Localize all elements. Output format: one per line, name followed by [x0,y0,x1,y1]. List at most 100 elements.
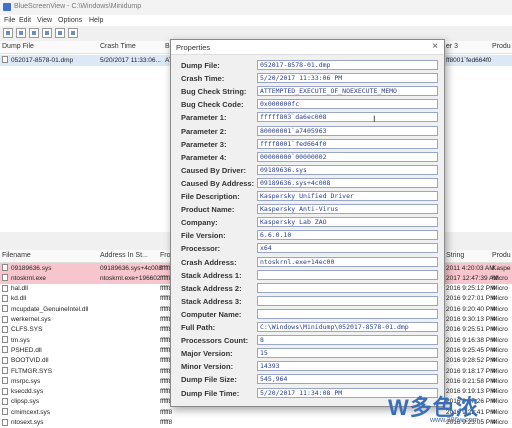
dialog-title: Properties [176,43,211,52]
file-version-cell: 2016 9:18:17 PM [446,367,496,375]
column-product[interactable]: Produ [492,41,511,53]
driver-file-icon [2,336,8,344]
product-cell: Micro [492,346,508,354]
options-toolbar-icon[interactable] [68,28,78,38]
filename-cell: kd.dll [11,295,27,303]
file-version-cell: 2016 9:28:52 PM [446,357,496,365]
field-value[interactable]: 8 [257,335,438,346]
field-label: Stack Address 2: [181,283,242,293]
column-parameter-3[interactable]: er 3 [446,41,458,53]
driver-file-icon [2,367,8,374]
field-label: Dump File Size: [181,375,237,385]
driver-file-icon [2,408,8,416]
html-report-toolbar-icon[interactable] [42,28,52,38]
column-file-version[interactable]: String [446,250,464,262]
file-version-cell: 2016 9:30:13 PM [446,316,496,323]
product-cell: Micro [492,285,508,293]
field-label: Parameter 2: [181,126,227,136]
field-label: Stack Address 3: [181,296,242,306]
menu-edit[interactable]: Edit [19,17,31,24]
field-value[interactable]: x64 [257,243,438,254]
field-value[interactable]: 545,964 [257,374,438,385]
field-value[interactable]: 00000000`00000002 [257,151,438,162]
field-value[interactable]: 09189636.sys [257,164,438,175]
copy-toolbar-icon[interactable] [29,28,39,38]
field-value[interactable]: 6.6.0.10 [257,230,438,241]
filename-cell: ntosext.sys [11,419,44,426]
field-value[interactable]: 09189636.sys+4c008 [257,177,438,188]
product-cell: Micro [492,367,508,375]
field-value[interactable]: 052017-8578-01.dmp [257,60,438,70]
dialog-titlebar: Properties × [171,40,444,55]
product-cell: Micro [492,305,508,313]
field-label: Company: [181,218,218,228]
field-value[interactable] [257,269,438,280]
field-value[interactable]: ntoskrnl.exe+14ec00 [257,256,438,267]
filename-cell: BOOTVID.dll [11,357,49,365]
field-value[interactable] [257,295,438,306]
column-product[interactable]: Produ [492,250,511,262]
properties-dialog: Properties × Dump File: 052017-8578-01.dm… [170,39,445,407]
file-version-cell: 2016 9:27:01 PM [446,295,496,303]
menu-options[interactable]: Options [58,17,82,24]
properties-toolbar-icon[interactable] [3,28,13,38]
file-version-cell: 2016 9:20:40 PM [446,305,496,313]
field-value[interactable] [257,308,438,319]
field-value[interactable]: fffff803`da6ec008 [257,112,438,123]
field-label: File Description: [181,192,240,201]
column-crash-time[interactable]: Crash Time [100,41,136,53]
column-dump-file[interactable]: Dump File [2,41,34,53]
filename-cell: 09189636.sys [11,264,52,272]
menu-file[interactable]: File [4,17,15,24]
field-value[interactable]: ATTEMPTED_EXECUTE_OF_NOEXECUTE_MEMO [257,86,438,97]
field-label: Parameter 4: [181,152,227,162]
field-label: Dump File Time: [181,388,240,398]
driver-file-icon [2,264,8,271]
field-value[interactable] [257,282,438,293]
address-cell: 09189636.sys+4c008 [100,264,162,272]
close-icon[interactable]: × [429,41,441,53]
filename-cell: PSHED.dll [11,346,42,354]
filename-cell: werkernel.sys [11,316,51,323]
watermark-logo: W多色浓 www.386w.com [388,390,512,428]
window-title: BlueScreenView - C:\Windows\Minidump [14,3,142,10]
field-value[interactable]: 14393 [257,361,438,372]
menu-view[interactable]: View [37,17,52,24]
column-filename[interactable]: Filename [2,250,31,262]
field-label: Product Name: [181,205,235,215]
field-value[interactable]: 0x000000fc [257,99,438,110]
field-value[interactable]: Kaspersky Unified Driver [257,191,438,201]
driver-file-icon [2,377,8,385]
driver-file-icon [2,284,8,292]
field-value[interactable]: ffff8001`fed664f0 [257,138,438,149]
product-cell: Micro [492,357,508,365]
field-value[interactable]: Kaspersky Lab ZAO [257,217,438,228]
product-cell: Micro [492,274,508,282]
watermark-url: www.386w.com [430,417,479,424]
from-address-cell: fffff8 [160,408,173,416]
product-cell: Micro [492,377,508,385]
file-version-cell: 2016 9:25:45 PM [446,346,496,354]
field-value[interactable]: 80000001`a7405963 [257,125,438,136]
product-cell: Micro [492,326,508,334]
field-label: Bug Check String: [181,87,247,97]
field-value[interactable]: 15 [257,348,438,359]
filename-cell: msrpc.sys [11,377,41,385]
column-address-in-stack[interactable]: Address In St... [100,250,148,262]
dump-file-cell: 052017-8578-01.dmp [11,57,74,64]
filename-cell: mcupdate_GenuineIntel.dll [11,305,89,313]
save-toolbar-icon[interactable] [16,28,26,38]
filename-cell: CLFS.SYS [11,326,43,334]
field-value[interactable]: C:\Windows\Minidump\052017-8578-01.dmp [257,322,438,332]
field-label: Bug Check Code: [181,100,244,110]
field-value[interactable]: Kaspersky Anti-Virus [257,204,438,215]
window-titlebar: BlueScreenView - C:\Windows\Minidump [0,0,512,15]
field-label: Crash Address: [181,257,237,267]
param3-cell: ff8001`fed664f0 [446,57,492,64]
menu-help[interactable]: Help [89,17,103,24]
refresh-toolbar-icon[interactable] [55,28,65,38]
dump-file-icon [2,56,8,63]
field-value[interactable]: 5/20/2017 11:33:06 PM [257,73,438,84]
driver-file-icon [2,397,8,405]
filename-cell: cmimcext.sys [11,408,50,416]
